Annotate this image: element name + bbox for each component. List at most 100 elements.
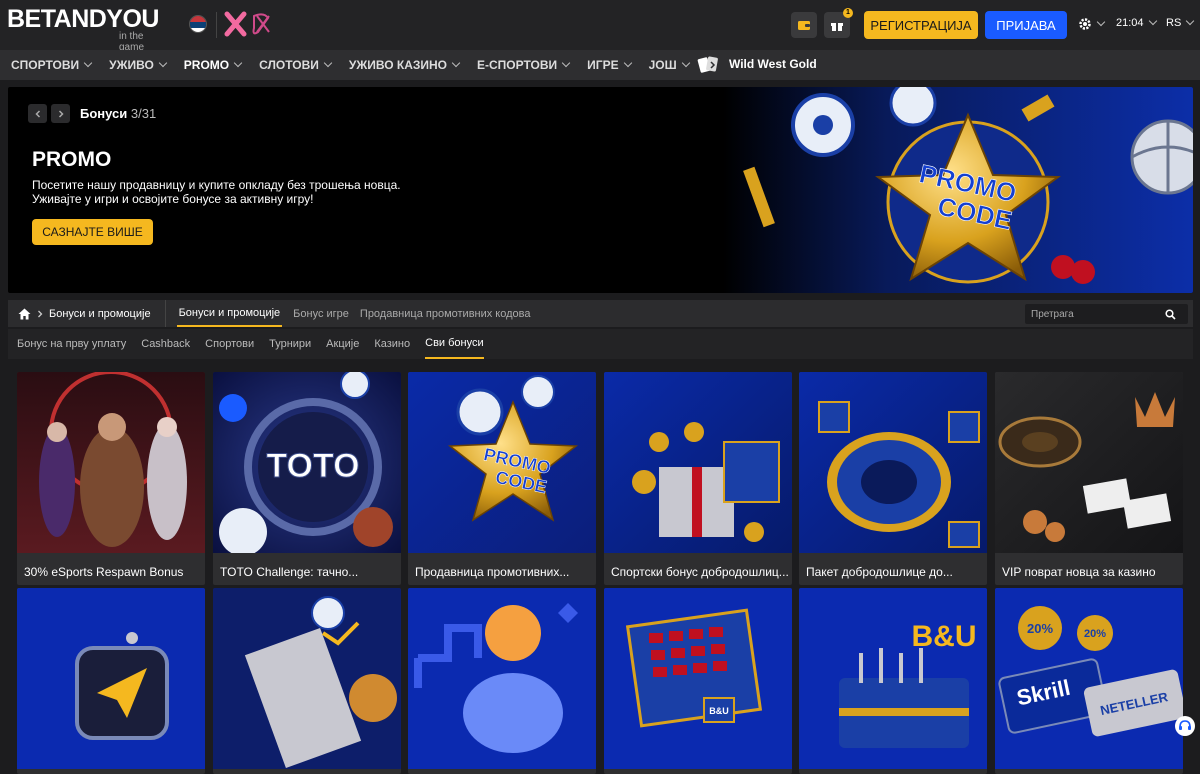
login-button[interactable]: ПРИЈАВА [985, 11, 1067, 39]
bonus-card[interactable]: 30% eSports Respawn Bonus [17, 372, 205, 585]
settings-button[interactable] [1078, 17, 1106, 31]
tab-bonuses-promotions[interactable]: Бонуси и промоције [176, 300, 283, 327]
nav-item-live-casino[interactable]: УЖИВО КАЗИНО [348, 58, 461, 72]
subtab-all-bonuses[interactable]: Сви бонуси [425, 329, 484, 359]
nav-label: СПОРТОВИ [11, 58, 80, 72]
chevron-down-icon [1186, 16, 1195, 26]
bonus-filter-tabs: Бонус на прву уплату Cashback Спортови Т… [8, 329, 1193, 359]
bonus-card[interactable]: 20% 20% Skrill NETELLER [995, 588, 1183, 774]
nav-label: СЛОТОВИ [259, 58, 319, 72]
card-caption: Продавница промотивних... [415, 564, 570, 579]
hero-title: PROMO [32, 148, 112, 171]
subtab-actions[interactable]: Акције [326, 329, 359, 359]
language-code: RS [1166, 17, 1182, 29]
card-image-welcome-package [799, 372, 987, 553]
card-image-sports-ticket [213, 588, 401, 769]
card-image-telegram [17, 588, 205, 769]
bu-art-text: B&U [709, 706, 729, 716]
nav-item-esports[interactable]: Е-СПОРТОВИ [477, 58, 571, 72]
percent-art-text: 20% [1027, 621, 1053, 636]
gift-icon [831, 23, 843, 31]
chevron-right-icon [38, 310, 43, 317]
serbia-flag-icon [189, 15, 207, 33]
slide-counter-value: 3/31 [130, 106, 157, 121]
nav-item-more[interactable]: ЈОШ [648, 58, 690, 72]
card-caption: Пакет добродошлице до... [806, 564, 953, 579]
search-box [1025, 304, 1188, 324]
nav-item-slots[interactable]: СЛОТОВИ [259, 58, 333, 72]
bonus-card[interactable]: Пакет добродошлице до... [799, 372, 987, 585]
header-divider [216, 12, 217, 38]
breadcrumb-current: Бонуси и промоције [49, 307, 151, 320]
learn-more-button[interactable]: САЗНАЈТЕ ВИШЕ [32, 219, 153, 245]
nav-label: ИГРЕ [587, 58, 619, 72]
subtab-first-deposit[interactable]: Бонус на прву уплату [17, 329, 126, 359]
nav-item-games[interactable]: ИГРЕ [587, 58, 632, 72]
slide-counter: Бонуси 3/31 [80, 106, 156, 121]
chevron-down-icon [561, 58, 571, 68]
prev-slide-button[interactable] [28, 104, 47, 123]
card-image-toto: TOTO [213, 372, 401, 556]
cards-icon [697, 56, 718, 73]
nav-label: ЈОШ [648, 58, 677, 72]
chevron-down-icon [623, 58, 632, 68]
nav-item-promo[interactable]: PROMO [183, 58, 243, 72]
tab-promo-code-store[interactable]: Продавница промотивних кодова [360, 300, 531, 327]
register-button[interactable]: РЕГИСТРАЦИЈА [864, 11, 978, 39]
subtab-tournaments[interactable]: Турнири [269, 329, 311, 359]
chevron-down-icon [233, 58, 243, 68]
nav-item-live[interactable]: УЖИВО [109, 58, 168, 72]
card-caption: VIP поврат новца за казино [1002, 564, 1156, 579]
nav-label: УЖИВО КАЗИНО [348, 58, 448, 72]
partner-x-icon [224, 11, 270, 37]
bonus-card[interactable]: Спортски бонус добродошлиц... [604, 372, 792, 585]
hero-pager: Бонуси 3/31 [28, 104, 156, 123]
card-image-payment-bonus: 20% 20% Skrill NETELLER [995, 588, 1183, 769]
bonus-card[interactable]: PROMO CODE Продавница промотивних... [408, 372, 596, 585]
featured-game-link[interactable]: Wild West Gold [697, 53, 817, 75]
card-caption: Спортски бонус добродошлиц... [611, 564, 789, 579]
search-input[interactable] [1025, 308, 1165, 320]
gear-icon [1079, 18, 1091, 30]
tab-bonus-games[interactable]: Бонус игре [293, 300, 349, 327]
featured-game-label: Wild West Gold [729, 57, 817, 71]
main-nav: СПОРТОВИ УЖИВО PROMO СЛОТОВИ УЖИВО КАЗИН… [0, 50, 1200, 80]
bonus-card[interactable]: TOTO TOTO Challenge: тачно... [213, 372, 401, 585]
top-bar: BETANDYOU in the game 1 РЕГИСТРАЦИЈА ПРИ… [0, 0, 1200, 53]
home-icon[interactable] [18, 308, 31, 320]
partner-logo [224, 10, 274, 43]
card-image-vip-cashback [995, 372, 1183, 553]
search-icon[interactable] [1165, 308, 1176, 320]
bonus-card[interactable] [408, 588, 596, 774]
next-slide-button[interactable] [51, 104, 70, 123]
support-chat-button[interactable] [1175, 716, 1195, 736]
bonus-card[interactable] [213, 588, 401, 774]
bonus-card[interactable] [17, 588, 205, 774]
promo-hero-banner: PROMO CODE Бонуси 3/31 PROMO Посетите на… [8, 87, 1193, 293]
clock-selector[interactable]: 21:04 [1116, 16, 1157, 29]
card-image-esports [17, 372, 205, 553]
section-tabs: Бонуси и промоције Бонуси и промоције Бо… [8, 300, 1193, 327]
bonus-card[interactable]: VIP поврат новца за казино [995, 372, 1183, 585]
clock-time: 21:04 [1116, 17, 1144, 29]
nav-label: Е-СПОРТОВИ [477, 58, 558, 72]
card-image-birthday: B&U [799, 588, 987, 769]
nav-label: PROMO [183, 58, 230, 72]
site-logo[interactable]: BETANDYOU in the game [7, 6, 159, 53]
language-selector[interactable]: RS [1166, 16, 1195, 29]
chevron-down-icon [1096, 17, 1106, 27]
subtab-casino[interactable]: Казино [374, 329, 410, 359]
chevron-down-icon [158, 58, 168, 68]
nav-item-sports[interactable]: СПОРТОВИ [11, 58, 93, 72]
chevron-right-icon [58, 109, 64, 118]
gift-button[interactable]: 1 [824, 8, 853, 38]
bonus-card[interactable]: B&U [799, 588, 987, 774]
subtab-cashback[interactable]: Cashback [141, 329, 190, 359]
wallet-button[interactable] [791, 12, 817, 38]
headset-icon [1179, 720, 1191, 730]
bonus-card[interactable]: B&U [604, 588, 792, 774]
percent-art-text: 20% [1084, 628, 1106, 640]
card-caption: TOTO Challenge: тачно... [220, 564, 359, 579]
subtab-sports[interactable]: Спортови [205, 329, 254, 359]
card-image-lottery: B&U [604, 588, 792, 769]
